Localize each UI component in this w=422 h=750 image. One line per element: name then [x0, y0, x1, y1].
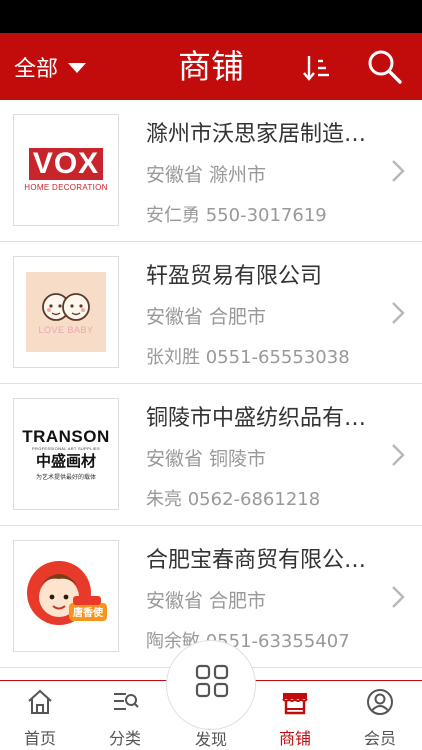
chevron-right-icon — [392, 160, 405, 182]
tab-category[interactable]: 分类 — [90, 681, 160, 750]
cartoon-logo-text: 唐香使 — [73, 606, 104, 619]
shop-logo: TRANSON PROFESSIONAL ART SUPPLIES 中盛画材 为… — [13, 398, 119, 510]
search-icon — [368, 50, 402, 84]
vox-logo-main: VOX — [28, 148, 104, 180]
cartoon-girl-logo-image: 唐香使 — [27, 561, 107, 625]
member-icon — [367, 689, 393, 715]
shop-location: 安徽省 滁州市 — [146, 164, 267, 186]
shop-list[interactable]: VOX HOME DECORATION 滁州市沃思家居制造… 安徽省 滁州市 安… — [0, 100, 422, 680]
discover-icon — [195, 664, 229, 698]
category-icon — [114, 693, 139, 710]
filter-label: 全部 — [14, 56, 59, 82]
transon-logo-image: TRANSON PROFESSIONAL ART SUPPLIES 中盛画材 为… — [16, 426, 116, 481]
tab-discover-label: 发现 — [194, 730, 227, 749]
shop-row[interactable]: TRANSON PROFESSIONAL ART SUPPLIES 中盛画材 为… — [0, 384, 422, 526]
sort-button[interactable] — [302, 53, 332, 83]
love-baby-logo-image: LOVE BABY — [26, 272, 106, 352]
shop-name: 轩盈贸易有限公司 — [146, 264, 323, 289]
baby-faces-icon — [42, 293, 90, 321]
transon-logo-sub: PROFESSIONAL ART SUPPLIES — [32, 445, 100, 451]
tab-home-label: 首页 — [23, 729, 56, 748]
love-baby-text: LOVE BABY — [38, 325, 94, 335]
tab-member-label: 会员 — [363, 729, 396, 748]
vox-logo-image: VOX HOME DECORATION — [21, 148, 111, 193]
shop-contact: 陶余敏 0551-63355407 — [146, 631, 350, 652]
shop-logo: 唐香使 — [13, 540, 119, 652]
tab-shop[interactable]: 商铺 — [260, 681, 330, 750]
shop-location: 安徽省 合肥市 — [146, 590, 267, 612]
shop-icon — [282, 693, 308, 715]
home-icon — [28, 689, 52, 714]
tab-member[interactable]: 会员 — [345, 681, 415, 750]
tab-shop-label: 商铺 — [278, 729, 311, 748]
header-bar: 全部 商铺 — [0, 33, 422, 100]
transon-logo-main: TRANSON — [22, 426, 110, 446]
chevron-right-icon — [392, 302, 405, 324]
vox-logo-sub: HOME DECORATION — [24, 183, 108, 192]
tab-home[interactable]: 首页 — [5, 681, 75, 750]
transon-logo-cn: 中盛画材 — [35, 451, 96, 470]
shop-logo: VOX HOME DECORATION — [13, 114, 119, 226]
shop-name: 合肥宝春商贸有限公… — [146, 548, 367, 573]
sort-icon — [303, 56, 329, 81]
shop-contact: 朱亮 0562-6861218 — [146, 489, 321, 510]
filter-dropdown[interactable]: 全部 — [14, 33, 87, 100]
status-bar — [0, 0, 422, 33]
shop-contact: 张刘胜 0551-65553038 — [146, 347, 350, 368]
tab-category-label: 分类 — [108, 729, 141, 748]
chevron-right-icon — [392, 586, 405, 608]
shop-name: 滁州市沃思家居制造… — [146, 122, 367, 147]
shop-location: 安徽省 合肥市 — [146, 306, 267, 328]
shop-row[interactable]: VOX HOME DECORATION 滁州市沃思家居制造… 安徽省 滁州市 安… — [0, 100, 422, 242]
caret-down-icon — [68, 62, 87, 73]
tab-discover[interactable] — [166, 640, 256, 730]
shop-row[interactable]: LOVE BABY 轩盈贸易有限公司 安徽省 合肥市 张刘胜 0551-6555… — [0, 242, 422, 384]
shop-logo: LOVE BABY — [13, 256, 119, 368]
shop-name: 铜陵市中盛纺织品有… — [146, 406, 367, 431]
search-button[interactable] — [365, 47, 405, 87]
chevron-right-icon — [392, 444, 405, 466]
transon-logo-slogan: 为艺术提供最好的载体 — [35, 473, 96, 481]
shop-location: 安徽省 铜陵市 — [146, 448, 267, 470]
shop-contact: 安仁勇 550-3017619 — [146, 205, 327, 226]
